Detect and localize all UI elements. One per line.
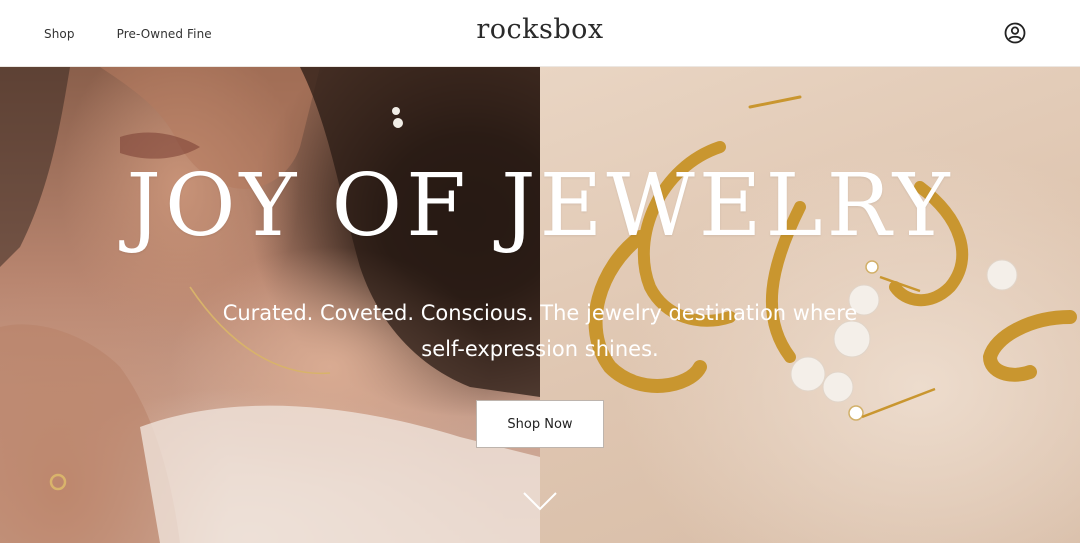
hero-banner: JOY OF JEWELRY Curated. Coveted. Conscio… — [0, 67, 1080, 543]
hero-title: JOY OF JEWELRY — [126, 156, 954, 256]
chevron-down-icon[interactable] — [522, 490, 558, 512]
shop-now-button[interactable]: Shop Now — [476, 400, 604, 448]
site-header: Shop Pre-Owned Fine rocksbox — [0, 0, 1080, 67]
brand-logo[interactable]: rocksbox — [0, 14, 1080, 45]
user-circle-icon[interactable] — [1004, 22, 1026, 44]
hero-subtitle: Curated. Coveted. Conscious. The jewelry… — [222, 301, 858, 361]
